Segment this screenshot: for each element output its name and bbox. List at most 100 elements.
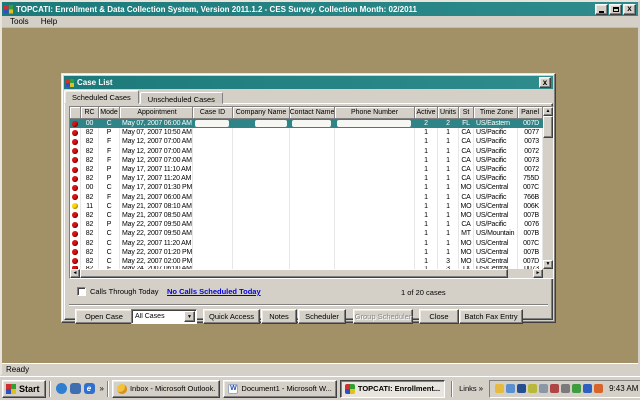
menu-tools[interactable]: Tools	[4, 16, 35, 27]
column-header-icon[interactable]	[70, 107, 81, 119]
quick-access-button[interactable]: Quick Access	[203, 309, 260, 324]
table-row[interactable]: 82PMay 17, 2007 11:10 AM11CAUS/Pacific00…	[70, 165, 543, 174]
table-body: 00CMay 07, 2007 06:00 AM22FLUS/Eastern00…	[70, 119, 543, 269]
table-row[interactable]: 11CMay 21, 2007 08:10 AM11MOUS/Central00…	[70, 202, 543, 211]
column-header-panel[interactable]: Panel	[518, 107, 543, 119]
cell-phone	[335, 183, 415, 192]
task-button-topcati-enrollment[interactable]: TOPCATI: Enrollment...	[340, 380, 445, 398]
tray-icon-6[interactable]	[550, 384, 559, 393]
tray-icon-5[interactable]	[539, 384, 548, 393]
column-header-appointment[interactable]: Appointment	[120, 107, 193, 119]
task-label: Inbox - Microsoft Outlook.	[130, 384, 215, 393]
menu-help[interactable]: Help	[35, 16, 63, 27]
cell-phone	[335, 165, 415, 174]
dialog-titlebar[interactable]: Case List x	[64, 76, 553, 89]
task-button-document1-microsoft-w[interactable]: WDocument1 - Microsoft W...	[223, 380, 336, 398]
case-filter-combobox[interactable]: All Cases ▼	[131, 309, 197, 324]
column-header-mode[interactable]: Mode	[99, 107, 120, 119]
column-header-phone[interactable]: Phone Number	[335, 107, 415, 119]
open-case-button[interactable]: Open Case	[75, 309, 133, 324]
column-header-active[interactable]: Active	[415, 107, 438, 119]
show-desktop-icon[interactable]	[70, 383, 81, 394]
scroll-up-icon[interactable]: ▲	[543, 107, 553, 116]
vertical-scrollbar[interactable]: ▲ ▼	[543, 107, 553, 269]
internet-explorer-icon[interactable]: e	[84, 383, 95, 394]
scheduler-button[interactable]: Scheduler	[298, 309, 346, 324]
column-header-rc[interactable]: RC	[81, 107, 99, 119]
calls-through-today-checkbox[interactable]: Calls Through Today	[77, 287, 159, 296]
tray-icon-9[interactable]	[583, 384, 592, 393]
cell-icon	[70, 229, 81, 238]
table-row[interactable]: 82CMay 22, 2007 01:20 PM11MOUS/Central00…	[70, 248, 543, 257]
cell-appointment: May 17, 2007 11:20 AM	[120, 174, 193, 183]
column-header-case_id[interactable]: Case ID	[193, 107, 233, 119]
checkbox-box[interactable]	[77, 287, 86, 296]
chevron-down-icon[interactable]: ▼	[184, 311, 195, 322]
no-calls-scheduled-link[interactable]: No Calls Scheduled Today	[167, 287, 261, 296]
column-header-company[interactable]: Company Name	[233, 107, 290, 119]
table-row[interactable]: 82FMay 12, 2007 07:00 AM11CAUS/Pacific00…	[70, 137, 543, 146]
tab-unscheduled-cases[interactable]: Unscheduled Cases	[140, 92, 223, 104]
table-row[interactable]: 82CMay 21, 2007 08:50 AM11MOUS/Central00…	[70, 211, 543, 220]
cell-units: 1	[438, 202, 459, 211]
cell-mode: C	[99, 183, 120, 192]
cell-company	[233, 119, 290, 128]
tray-icon-8[interactable]	[572, 384, 581, 393]
tab-scheduled-cases[interactable]: Scheduled Cases	[64, 90, 139, 104]
quick-launch-chevron-icon[interactable]: »	[100, 384, 104, 393]
table-row[interactable]: 82PMay 17, 2007 11:20 AM11CAUS/Pacific75…	[70, 174, 543, 183]
column-header-tz[interactable]: Time Zone	[474, 107, 518, 119]
table-row[interactable]: 82FMay 21, 2007 06:00 AM11CAUS/Pacific76…	[70, 193, 543, 202]
restore-icon[interactable]	[609, 4, 622, 15]
cell-company	[233, 202, 290, 211]
table-row[interactable]: 00CMay 07, 2007 06:00 AM22FLUS/Eastern00…	[70, 119, 543, 128]
scroll-down-icon[interactable]: ▼	[543, 260, 553, 269]
tray-icon-7[interactable]	[561, 384, 570, 393]
tray-icon-3[interactable]	[517, 384, 526, 393]
tray-icon-1[interactable]	[495, 384, 504, 393]
column-header-contact[interactable]: Contact Name	[290, 107, 335, 119]
table-row[interactable]: 82CMay 22, 2007 02:00 PM13MOUS/Central00…	[70, 257, 543, 266]
cell-rc: 82	[81, 257, 99, 266]
links-chevron-icon[interactable]: »	[479, 384, 483, 393]
column-header-units[interactable]: Units	[438, 107, 459, 119]
links-toolbar[interactable]: Links »	[456, 384, 486, 393]
batch-fax-entry-button[interactable]: Batch Fax Entry	[459, 309, 523, 324]
cell-icon	[70, 193, 81, 202]
table-row[interactable]: 82CMay 22, 2007 11:20 AM11MOUS/Central00…	[70, 238, 543, 247]
cell-active: 1	[415, 183, 438, 192]
table-row[interactable]: 82CMay 22, 2007 09:50 AM11MTUS/Mountain0…	[70, 229, 543, 238]
cell-icon	[70, 156, 81, 165]
checkbox-label: Calls Through Today	[90, 287, 159, 296]
cell-icon	[70, 183, 81, 192]
statusbar: Ready	[2, 363, 638, 374]
tray-icon-2[interactable]	[506, 384, 515, 393]
start-button[interactable]: Start	[2, 380, 46, 398]
notes-button[interactable]: Notes	[261, 309, 297, 324]
tray-icon-4[interactable]	[528, 384, 537, 393]
table-row[interactable]: 82FMay 12, 2007 07:00 AM11CAUS/Pacific00…	[70, 147, 543, 156]
table-row[interactable]: 82FMay 12, 2007 07:00 AM11CAUS/Pacific00…	[70, 156, 543, 165]
table-row[interactable]: 82PMay 07, 2007 10:50 AM11CAUS/Pacific00…	[70, 128, 543, 137]
outlook-express-icon[interactable]	[56, 383, 67, 394]
column-header-st[interactable]: St	[459, 107, 474, 119]
horizontal-scroll-thumb[interactable]	[80, 269, 508, 278]
close-button[interactable]: Close	[419, 309, 459, 324]
cell-active: 1	[415, 137, 438, 146]
cell-mode: C	[99, 119, 120, 128]
taskbar: Start e » Inbox - Microsoft Outlook. WDoc…	[0, 376, 640, 400]
table-row[interactable]: 00CMay 17, 2007 01:30 PM11MOUS/Central00…	[70, 183, 543, 192]
scroll-left-icon[interactable]: ◄	[70, 269, 80, 278]
task-button-inbox-microsoft-outlook[interactable]: Inbox - Microsoft Outlook.	[112, 380, 220, 398]
cell-case_id	[193, 183, 233, 192]
scroll-right-icon[interactable]: ►	[533, 269, 543, 278]
vertical-scroll-thumb[interactable]	[543, 116, 553, 138]
horizontal-scrollbar[interactable]: ◄ ►	[70, 269, 543, 278]
close-icon[interactable]: x	[623, 4, 636, 15]
dialog-close-icon[interactable]: x	[539, 77, 551, 88]
minimize-icon[interactable]	[595, 4, 608, 15]
cell-company	[233, 248, 290, 257]
table-row[interactable]: 82PMay 22, 2007 09:50 AM11CAUS/Pacific00…	[70, 220, 543, 229]
cell-panel: 007B	[518, 229, 543, 238]
tray-icon-10[interactable]	[594, 384, 603, 393]
